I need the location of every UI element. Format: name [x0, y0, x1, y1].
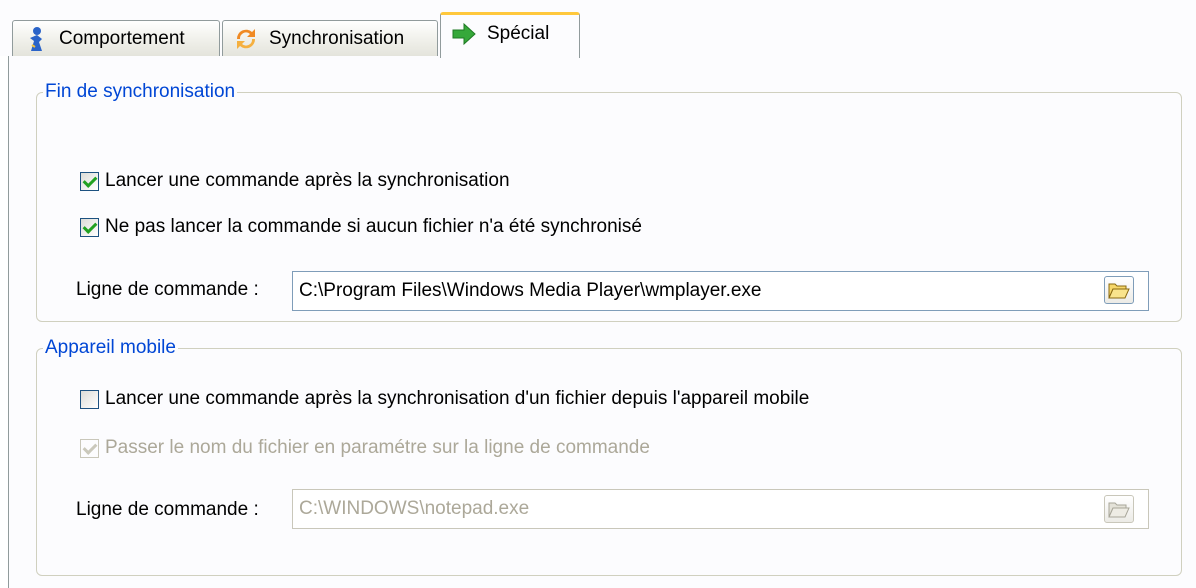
mobile-command-line-label: Ligne de commande : [76, 499, 259, 520]
folder-open-icon [1108, 283, 1130, 299]
mobile-run-command-label: Lancer une commande après la synchronisa… [105, 388, 810, 409]
mobile-command-line-input: C:\WINDOWS\notepad.exe [292, 489, 1149, 529]
sync-command-line-value: C:\Program Files\Windows Media Player\wm… [299, 280, 762, 301]
folder-open-icon [1108, 502, 1130, 518]
tab-comportement-label: Comportement [59, 27, 185, 49]
tab-synchronisation[interactable]: Synchronisation [222, 20, 438, 56]
tab-comportement[interactable]: Comportement [12, 20, 220, 56]
run-command-checkbox[interactable] [80, 171, 99, 191]
sync-command-line-input[interactable]: C:\Program Files\Windows Media Player\wm… [292, 271, 1149, 311]
pass-filename-option: Passer le nom du fichier en paramétre su… [80, 434, 650, 462]
sync-command-line-label: Ligne de commande : [76, 279, 259, 300]
tab-special-label: Spécial [487, 22, 550, 44]
mobile-run-command-option[interactable]: Lancer une commande après la synchronisa… [80, 385, 809, 413]
skip-if-none-option[interactable]: Ne pas lancer la commande si aucun fichi… [80, 213, 642, 241]
skip-if-none-checkbox[interactable] [80, 217, 99, 237]
mobile-command-line-value: C:\WINDOWS\notepad.exe [299, 498, 530, 519]
run-command-option[interactable]: Lancer une commande après la synchronisa… [80, 167, 510, 195]
tab-synchronisation-label: Synchronisation [269, 27, 405, 49]
arrow-right-icon [451, 21, 477, 47]
skip-if-none-label: Ne pas lancer la commande si aucun fichi… [105, 216, 642, 237]
pass-filename-checkbox [80, 438, 99, 458]
sync-icon [233, 26, 259, 52]
run-command-label: Lancer une commande après la synchronisa… [105, 170, 510, 191]
tab-special[interactable]: Spécial [440, 12, 580, 58]
tab-panel-special: Fin de synchronisation Lancer une comman… [8, 56, 1196, 588]
person-icon [23, 26, 49, 52]
mobile-device-group-title: Appareil mobile [43, 336, 178, 360]
pass-filename-label: Passer le nom du fichier en paramétre su… [105, 437, 650, 458]
sync-browse-button[interactable] [1104, 276, 1134, 304]
mobile-browse-button [1104, 495, 1134, 523]
sync-end-group-title: Fin de synchronisation [43, 80, 238, 104]
mobile-run-command-checkbox[interactable] [80, 389, 99, 409]
mobile-device-group: Appareil mobile Lancer une commande aprè… [36, 336, 1182, 576]
sync-end-group: Fin de synchronisation Lancer une comman… [36, 80, 1182, 322]
